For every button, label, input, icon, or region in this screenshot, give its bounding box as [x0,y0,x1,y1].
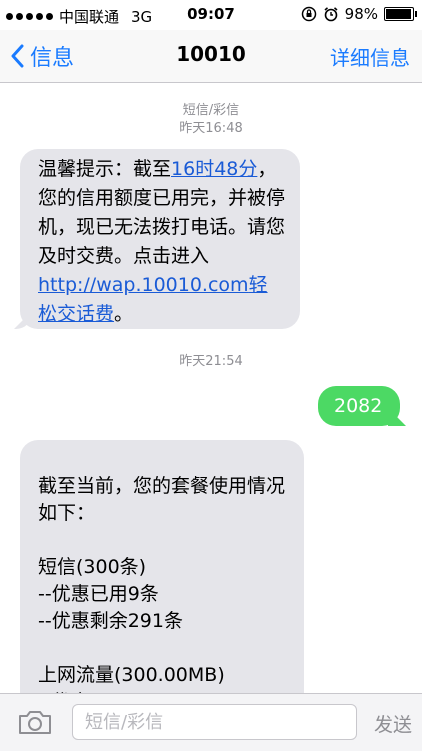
status-bar: 中国联通 3G 09:07 98% [0,0,422,30]
message-thread[interactable]: 短信/彩信 昨天16:48 温馨提示：截至16时48分，您的信用额度已用完，并被… [0,83,422,693]
timestamp: 昨天16:48 [179,121,243,136]
alarm-icon [324,7,338,22]
status-right: 98% [301,5,417,23]
message-time-link[interactable]: 16时48分 [171,158,257,180]
message-text: 。 [114,303,134,325]
message-text: 截至当前，您的套餐使用情况如下： 短信(300条) --优惠已用9条 --优惠剩… [38,475,286,693]
battery-level [386,9,412,19]
message-type-label: 短信/彩信 [182,103,240,118]
timestamp: 昨天21:54 [179,354,243,369]
bubble-tail [388,408,406,426]
camera-icon[interactable] [18,709,52,735]
bubble-tail [14,311,32,329]
incoming-message[interactable]: 截至当前，您的套餐使用情况如下： 短信(300条) --优惠已用9条 --优惠剩… [20,440,304,693]
message-input-bar: 短信/彩信 发送 [0,693,422,751]
details-button[interactable]: 详细信息 [330,42,410,71]
send-button[interactable]: 发送 [374,710,412,737]
navigation-bar: 信息 10010 详细信息 [0,30,422,83]
battery-percent: 98% [344,5,378,23]
outgoing-message[interactable]: 2082 [318,386,406,426]
incoming-message[interactable]: 温馨提示：截至16时48分，您的信用额度已用完，并被停机，现已无法拨打电话。请您… [14,149,300,329]
message-input[interactable]: 短信/彩信 [72,704,357,740]
battery-icon [384,7,417,21]
rotation-lock-icon [301,6,316,22]
message-text: 温馨提示：截至 [38,158,172,180]
message-url-link[interactable]: http://wap.10010.com [38,274,249,296]
message-text: 2082 [334,395,383,417]
